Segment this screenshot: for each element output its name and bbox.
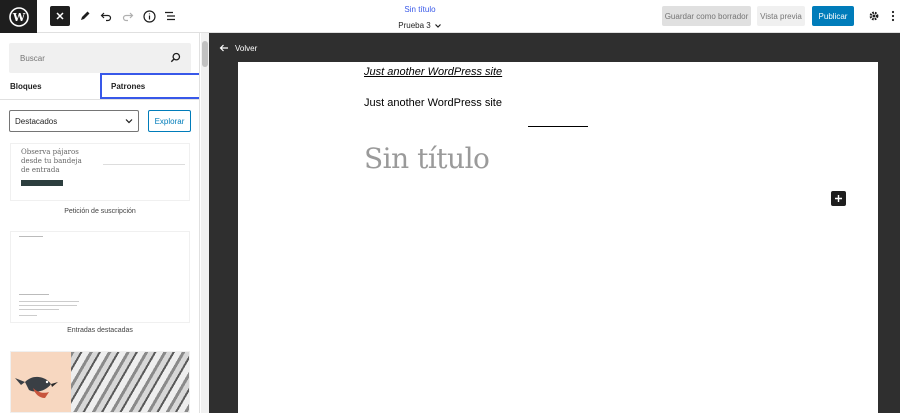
plus-icon bbox=[835, 195, 842, 202]
pattern-preview-button bbox=[21, 180, 63, 186]
save-draft-button[interactable]: Guardar como borrador bbox=[662, 6, 751, 26]
list-view-icon bbox=[165, 11, 175, 21]
preview-button[interactable]: Vista previa bbox=[757, 6, 805, 26]
redo-button[interactable] bbox=[118, 6, 138, 26]
tab-blocks[interactable]: Bloques bbox=[10, 73, 100, 99]
site-title-link[interactable]: Just another WordPress site bbox=[364, 66, 502, 78]
back-button[interactable]: Volver bbox=[219, 43, 257, 53]
template-label: Prueba 3 bbox=[398, 21, 431, 30]
wordpress-logo-button[interactable]: W bbox=[0, 0, 37, 33]
options-button[interactable] bbox=[883, 6, 900, 26]
category-selected-value: Destacados bbox=[15, 116, 58, 126]
pattern-caption: Entradas destacadas bbox=[67, 327, 133, 334]
svg-text:W: W bbox=[11, 11, 25, 24]
pattern-category-select[interactable]: Destacados bbox=[9, 110, 139, 132]
wordpress-icon: W bbox=[8, 6, 29, 27]
undo-icon bbox=[100, 12, 112, 22]
publish-button[interactable]: Publicar bbox=[812, 6, 854, 26]
pattern-preview-subscription[interactable]: Observa pájaros desde tu bandeja de entr… bbox=[10, 143, 190, 201]
search-icon bbox=[170, 52, 181, 63]
pattern-preview-lines bbox=[19, 294, 89, 316]
editor-page: Just another WordPress site Just another… bbox=[238, 62, 878, 413]
template-selector[interactable]: Prueba 3 bbox=[398, 20, 441, 32]
details-button[interactable] bbox=[139, 6, 159, 26]
pattern-preview-bird-image bbox=[11, 352, 71, 412]
search-placeholder: Buscar bbox=[20, 54, 45, 63]
arrow-left-icon bbox=[219, 44, 228, 52]
settings-button[interactable] bbox=[864, 6, 884, 26]
tab-patterns[interactable]: Patrones bbox=[100, 73, 199, 99]
gear-icon bbox=[869, 11, 879, 21]
undo-button[interactable] bbox=[96, 6, 116, 26]
pencil-icon bbox=[81, 11, 90, 20]
chevron-down-icon bbox=[434, 24, 441, 28]
editor-toolbar: W Sin título Prueba 3 Guardar como borra… bbox=[0, 0, 900, 33]
redo-icon bbox=[122, 12, 134, 22]
pattern-caption: Petición de suscripción bbox=[64, 208, 136, 215]
close-icon bbox=[56, 12, 64, 20]
search-input[interactable]: Buscar bbox=[9, 43, 191, 73]
separator-line bbox=[528, 126, 588, 127]
site-tagline[interactable]: Just another WordPress site bbox=[364, 97, 502, 109]
back-label: Volver bbox=[235, 43, 258, 53]
tabs-divider bbox=[0, 99, 199, 100]
document-title[interactable]: Sin título bbox=[330, 4, 510, 15]
scrollbar-thumb[interactable] bbox=[202, 41, 208, 67]
sidebar-scrollbar[interactable] bbox=[201, 33, 209, 413]
tools-button[interactable] bbox=[75, 6, 95, 26]
document-bar[interactable]: Sin título Prueba 3 bbox=[330, 4, 510, 33]
pattern-preview-heading-line bbox=[19, 236, 43, 237]
pattern-preview-text: Observa pájaros desde tu bandeja de entr… bbox=[21, 148, 82, 174]
chevron-down-icon bbox=[125, 119, 133, 124]
block-inserter-panel: Buscar Bloques Patrones Destacados Explo… bbox=[0, 33, 200, 413]
pattern-preview-image[interactable] bbox=[10, 351, 190, 413]
pattern-preview-texture bbox=[71, 352, 189, 412]
pattern-preview-featured-posts[interactable] bbox=[10, 231, 190, 323]
explore-button[interactable]: Explorar bbox=[148, 110, 191, 132]
add-block-button[interactable] bbox=[831, 191, 846, 206]
post-title-placeholder[interactable]: Sin título bbox=[364, 142, 490, 175]
list-view-button[interactable] bbox=[160, 6, 180, 26]
info-icon bbox=[142, 9, 156, 23]
pattern-preview-input-line bbox=[103, 164, 185, 165]
close-inserter-button[interactable] bbox=[50, 6, 70, 26]
bird-illustration-icon bbox=[15, 376, 58, 398]
more-vertical-icon bbox=[891, 10, 895, 22]
